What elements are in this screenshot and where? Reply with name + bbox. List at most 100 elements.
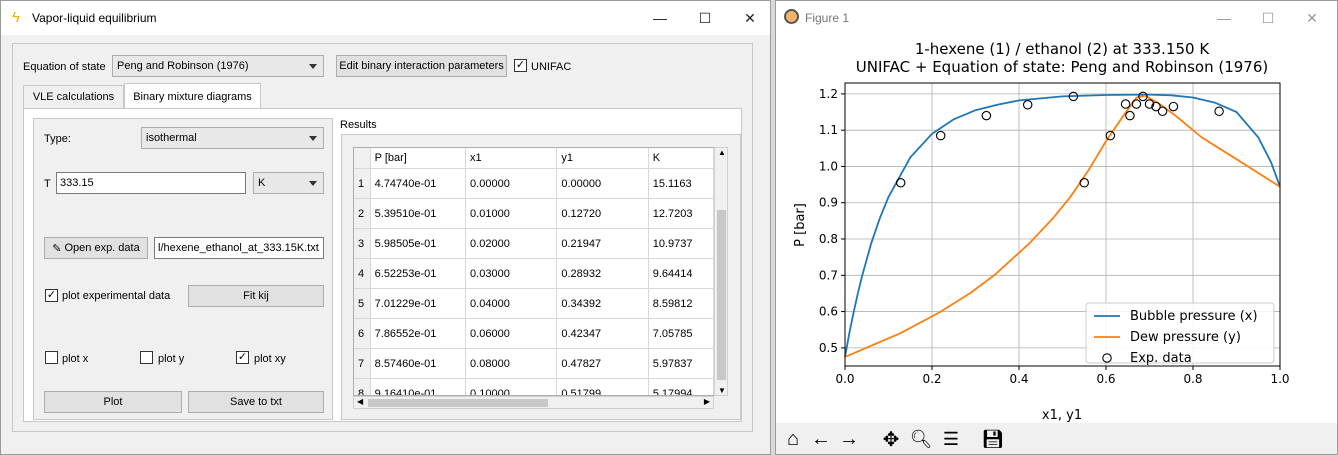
plot-exp-checkbox[interactable]: ✓: [45, 289, 58, 302]
table-cell[interactable]: 0.00000: [465, 168, 558, 199]
table-cell[interactable]: 7.05785: [648, 318, 714, 349]
vle-window-title: Vapor-liquid equilibrium: [32, 11, 157, 25]
plot-exp-label: plot experimental data: [62, 290, 171, 302]
table-cell[interactable]: 0.06000: [465, 318, 558, 349]
table-cell[interactable]: 9.16410e-01: [370, 378, 467, 395]
table-cell[interactable]: 5.98505e-01: [370, 228, 467, 259]
plot-x-checkbox[interactable]: [45, 351, 58, 364]
figure-close-button[interactable]: ✕: [1289, 1, 1335, 35]
horizontal-scrollbar[interactable]: ◀ ▶: [353, 396, 714, 409]
maximize-button[interactable]: ☐: [682, 1, 728, 35]
table-row[interactable]: 5 7.01229e-01 0.04000 0.34392 8.59812: [354, 288, 714, 319]
unifac-checkbox[interactable]: ✓: [514, 59, 527, 72]
column-header[interactable]: x1: [465, 148, 558, 169]
configure-subplots-button[interactable]: ☰: [938, 426, 964, 452]
table-row[interactable]: 2 5.39510e-01 0.01000 0.12720 12.7203: [354, 198, 714, 229]
close-button[interactable]: ✕: [727, 1, 773, 35]
temperature-unit-value: K: [258, 177, 266, 189]
exp-data-point: [1214, 106, 1224, 117]
table-cell[interactable]: 7.86552e-01: [370, 318, 467, 349]
table-cell[interactable]: 0.04000: [465, 288, 558, 319]
home-icon: ⌂: [786, 427, 800, 450]
table-cell[interactable]: 10.9737: [648, 228, 714, 259]
table-row[interactable]: 6 7.86552e-01 0.06000 0.42347 7.05785: [354, 318, 714, 349]
table-cell[interactable]: 0.01000: [465, 198, 558, 229]
plot-xy-checkbox[interactable]: ✓: [236, 351, 249, 364]
row-number: 2: [354, 198, 371, 229]
table-row[interactable]: 8 9.16410e-01 0.10000 0.51799 5.17994: [354, 378, 714, 395]
table-cell[interactable]: 0.10000: [465, 378, 558, 395]
fit-kij-button[interactable]: Fit kij: [188, 285, 324, 307]
table-cell[interactable]: 7.01229e-01: [370, 288, 467, 319]
table-cell[interactable]: 4.74740e-01: [370, 168, 467, 199]
table-cell[interactable]: 0.28932: [556, 258, 649, 289]
table-cell[interactable]: 15.1163: [648, 168, 714, 199]
scroll-down-icon[interactable]: ▼: [718, 386, 726, 395]
table-cell[interactable]: 0.47827: [556, 348, 649, 379]
results-label: Results: [340, 119, 377, 131]
pan-button[interactable]: ✥: [878, 426, 904, 452]
tab-binary-mixture-diagrams[interactable]: Binary mixture diagrams: [124, 83, 261, 109]
table-cell[interactable]: 0.21947: [556, 228, 649, 259]
file-path-input[interactable]: l/hexene_ethanol_at_333.15K.txt: [154, 237, 324, 259]
edit-bip-button[interactable]: Edit binary interaction parameters: [336, 55, 507, 77]
table-row[interactable]: 4 6.52253e-01 0.03000 0.28932 9.64414: [354, 258, 714, 289]
eos-select[interactable]: Peng and Robinson (1976): [112, 55, 324, 77]
tab-vle-calculations[interactable]: VLE calculations: [23, 85, 124, 109]
table-cell[interactable]: 0.51799: [556, 378, 649, 395]
row-number: 4: [354, 258, 371, 289]
table-cell[interactable]: 5.39510e-01: [370, 198, 467, 229]
scroll-right-icon[interactable]: ▶: [704, 397, 710, 406]
figure-maximize-button[interactable]: ☐: [1245, 1, 1291, 35]
save-to-txt-button[interactable]: Save to txt: [188, 391, 324, 413]
home-button[interactable]: ⌂: [780, 426, 806, 452]
column-header[interactable]: P [bar]: [370, 148, 467, 169]
arrow-left-icon: ←: [811, 427, 831, 450]
type-select[interactable]: isothermal: [141, 127, 324, 149]
table-cell[interactable]: 0.02000: [465, 228, 558, 259]
results-table-viewport[interactable]: P [bar] x1 y1 K 1 4.74740e-01 0.00000 0.000…: [353, 147, 715, 396]
y-tick-label: 1.2: [819, 87, 838, 101]
temperature-input[interactable]: 333.15: [56, 172, 246, 194]
forward-button[interactable]: →: [836, 426, 862, 452]
checkmark-icon: ✓: [515, 59, 526, 71]
table-cell[interactable]: 0.00000: [556, 168, 649, 199]
legend-entry-label: Bubble pressure (x): [1130, 309, 1258, 324]
chart-legend: Bubble pressure (x) Dew pressure (y) Exp. …: [1085, 302, 1275, 366]
open-exp-data-button[interactable]: ✎ Open exp. data: [44, 237, 148, 259]
back-button[interactable]: ←: [808, 426, 834, 452]
plot-button[interactable]: Plot: [44, 391, 182, 413]
scroll-left-icon[interactable]: ◀: [357, 397, 363, 406]
table-cell[interactable]: 0.03000: [465, 258, 558, 289]
table-cell[interactable]: 5.97837: [648, 348, 714, 379]
figure-minimize-button[interactable]: —: [1201, 1, 1247, 35]
temperature-unit-select[interactable]: K: [253, 172, 324, 194]
minimize-button[interactable]: —: [637, 1, 683, 35]
table-cell[interactable]: 0.34392: [556, 288, 649, 319]
table-cell[interactable]: 8.57460e-01: [370, 348, 467, 379]
table-cell[interactable]: 12.7203: [648, 198, 714, 229]
horizontal-scroll-thumb[interactable]: [368, 399, 548, 407]
table-cell[interactable]: 0.12720: [556, 198, 649, 229]
chart-subtitle: UNIFAC + Equation of state: Peng and Rob…: [856, 58, 1269, 76]
zoom-button[interactable]: 🔍︎: [908, 426, 934, 452]
scroll-up-icon[interactable]: ▲: [718, 148, 726, 157]
plot-y-checkbox[interactable]: [140, 351, 153, 364]
fit-kij-label: Fit kij: [243, 290, 269, 302]
table-row[interactable]: 3 5.98505e-01 0.02000 0.21947 10.9737: [354, 228, 714, 259]
table-cell[interactable]: 0.42347: [556, 318, 649, 349]
table-cell[interactable]: 0.08000: [465, 348, 558, 379]
table-row[interactable]: 7 8.57460e-01 0.08000 0.47827 5.97837: [354, 348, 714, 379]
table-cell[interactable]: 5.17994: [648, 378, 714, 395]
table-cell[interactable]: 9.64414: [648, 258, 714, 289]
column-header[interactable]: K: [648, 148, 714, 169]
table-row[interactable]: 1 4.74740e-01 0.00000 0.00000 15.1163: [354, 168, 714, 199]
exp-data-point: [1125, 110, 1135, 121]
vertical-scrollbar[interactable]: ▲ ▼: [714, 147, 728, 396]
vertical-scroll-thumb[interactable]: [717, 210, 726, 380]
save-figure-button[interactable]: 💾︎: [980, 426, 1006, 452]
column-header[interactable]: y1: [556, 148, 649, 169]
maximize-icon: ☐: [698, 9, 712, 26]
table-cell[interactable]: 6.52253e-01: [370, 258, 467, 289]
table-cell[interactable]: 8.59812: [648, 288, 714, 319]
